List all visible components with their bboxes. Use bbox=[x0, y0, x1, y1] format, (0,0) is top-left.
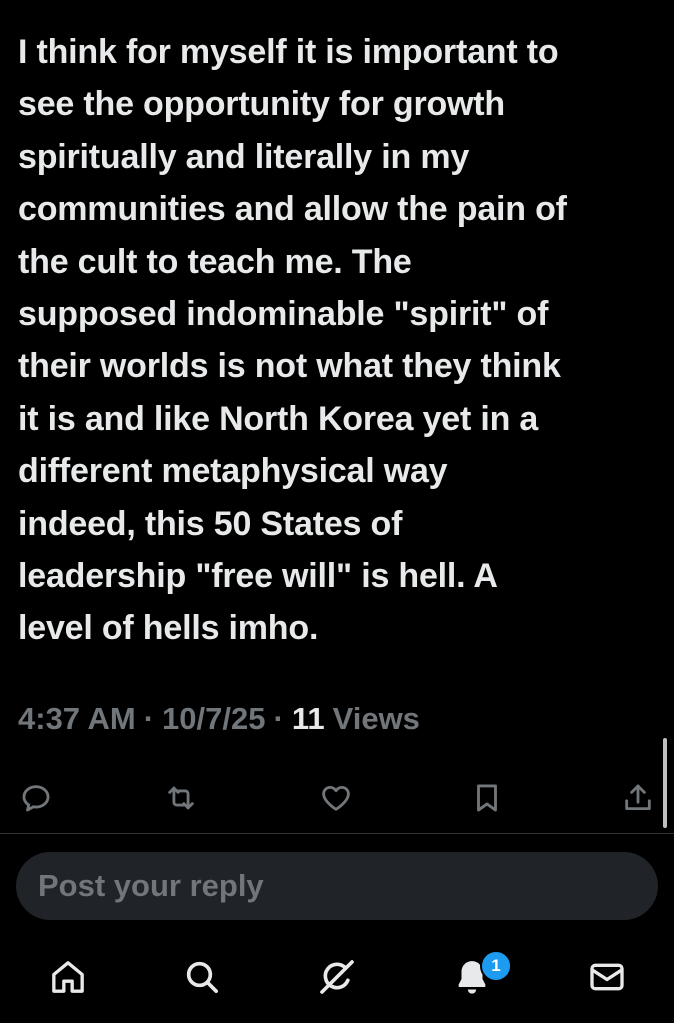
post-actions bbox=[0, 770, 674, 824]
views-count: 11 bbox=[291, 701, 325, 736]
bookmark-button[interactable] bbox=[469, 780, 505, 816]
meta-separator: · bbox=[273, 701, 284, 736]
repost-icon bbox=[168, 786, 194, 810]
post-meta: 4:37 AM · 10/7/25 · 11 Views bbox=[18, 701, 420, 737]
grok-icon bbox=[320, 960, 354, 994]
share-button[interactable] bbox=[620, 780, 656, 816]
share-icon bbox=[625, 784, 651, 811]
tab-messages[interactable] bbox=[585, 955, 629, 999]
reply-placeholder: Post your reply bbox=[38, 868, 264, 903]
post-text: I think for myself it is important to se… bbox=[18, 33, 567, 648]
meta-separator: · bbox=[143, 701, 155, 736]
home-icon bbox=[52, 961, 84, 993]
comment-icon bbox=[22, 785, 50, 812]
reply-input[interactable]: Post your reply bbox=[16, 852, 658, 920]
tab-grok[interactable] bbox=[315, 955, 359, 999]
heart-icon bbox=[322, 785, 350, 811]
views-label: Views bbox=[332, 701, 420, 736]
search-icon bbox=[186, 961, 219, 993]
bookmark-icon bbox=[477, 784, 497, 812]
post-date: 10/7/25 bbox=[162, 701, 266, 736]
scrollbar[interactable] bbox=[663, 738, 667, 828]
like-button[interactable] bbox=[318, 780, 354, 816]
mail-icon bbox=[590, 963, 624, 991]
notification-badge: 1 bbox=[480, 950, 512, 982]
reply-button[interactable] bbox=[18, 780, 54, 816]
repost-button[interactable] bbox=[163, 780, 199, 816]
divider bbox=[0, 833, 674, 834]
tab-search[interactable] bbox=[180, 955, 224, 999]
post-time: 4:37 AM bbox=[18, 701, 136, 736]
bottom-tab-bar bbox=[0, 945, 674, 1015]
tab-home[interactable] bbox=[46, 955, 90, 999]
